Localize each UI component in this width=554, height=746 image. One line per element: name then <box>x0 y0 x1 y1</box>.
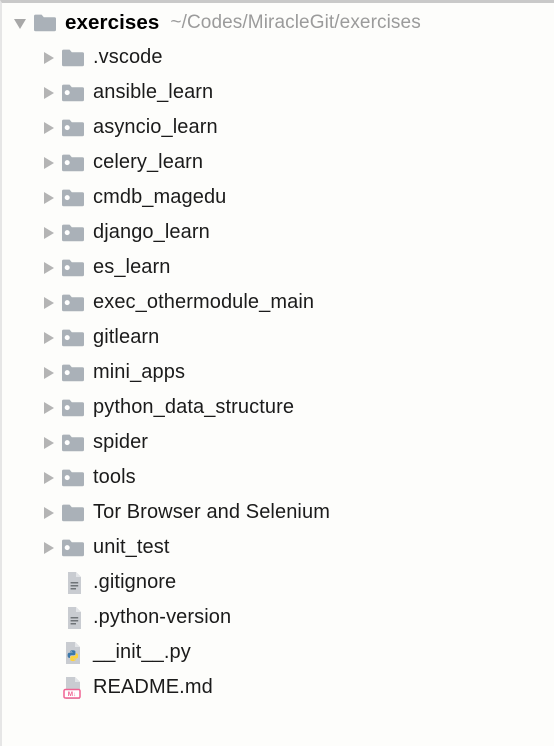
tree-row[interactable]: tools <box>2 460 554 495</box>
tree-row-root[interactable]: exercises ~/Codes/MiracleGit/exercises <box>2 5 554 40</box>
tree-row[interactable]: spider <box>2 425 554 460</box>
tree-item-label: README.md <box>93 676 213 698</box>
folder-module-icon <box>60 430 86 456</box>
tree-row[interactable]: exec_othermodule_main <box>2 285 554 320</box>
tree-row[interactable]: django_learn <box>2 215 554 250</box>
tree-item-label: tools <box>93 466 136 488</box>
chevron-right-icon[interactable] <box>38 222 60 244</box>
tree-row[interactable]: es_learn <box>2 250 554 285</box>
tree-row[interactable]: .gitignore <box>2 565 554 600</box>
folder-module-icon <box>60 535 86 561</box>
tree-item-label: unit_test <box>93 536 170 558</box>
tree-row[interactable]: .python-version <box>2 600 554 635</box>
folder-module-icon <box>60 80 86 106</box>
markdown-file-icon: M↓ <box>60 675 86 701</box>
chevron-right-icon[interactable] <box>38 432 60 454</box>
chevron-right-icon[interactable] <box>38 537 60 559</box>
folder-icon <box>60 45 86 71</box>
tree-item-label: __init__.py <box>93 641 191 663</box>
tree-item-label: exec_othermodule_main <box>93 291 315 313</box>
tree-row[interactable]: unit_test <box>2 530 554 565</box>
tree-item-label: .gitignore <box>93 571 177 593</box>
chevron-right-icon[interactable] <box>38 47 60 69</box>
chevron-down-icon[interactable] <box>10 12 32 34</box>
chevron-right-icon[interactable] <box>38 327 60 349</box>
folder-module-icon <box>60 150 86 176</box>
folder-module-icon <box>60 325 86 351</box>
tree-item-label: ansible_learn <box>93 81 214 103</box>
chevron-right-icon[interactable] <box>38 502 60 524</box>
folder-module-icon <box>60 115 86 141</box>
chevron-right-icon[interactable] <box>38 257 60 279</box>
folder-module-icon <box>60 290 86 316</box>
tree-item-label: spider <box>93 431 149 453</box>
tree-item-label: .python-version <box>93 606 232 628</box>
tree-row[interactable]: gitlearn <box>2 320 554 355</box>
tree-row[interactable]: celery_learn <box>2 145 554 180</box>
chevron-right-icon[interactable] <box>38 362 60 384</box>
tree-item-label: python_data_structure <box>93 396 295 418</box>
tree-row[interactable]: mini_apps <box>2 355 554 390</box>
tree-item-label: gitlearn <box>93 326 160 348</box>
project-tree-panel[interactable]: exercises ~/Codes/MiracleGit/exercises .… <box>0 0 554 746</box>
tree-row[interactable]: M↓ README.md <box>2 670 554 705</box>
tree-row[interactable]: asyncio_learn <box>2 110 554 145</box>
tree-row[interactable]: cmdb_magedu <box>2 180 554 215</box>
chevron-right-icon[interactable] <box>38 397 60 419</box>
folder-module-icon <box>60 220 86 246</box>
folder-module-icon <box>60 255 86 281</box>
chevron-right-icon[interactable] <box>38 152 60 174</box>
tree-item-label: celery_learn <box>93 151 204 173</box>
folder-module-icon <box>60 395 86 421</box>
tree-row[interactable]: ansible_learn <box>2 75 554 110</box>
tree-row[interactable]: __init__.py <box>2 635 554 670</box>
chevron-right-icon[interactable] <box>38 117 60 139</box>
tree-row[interactable]: Tor Browser and Selenium <box>2 495 554 530</box>
tree-item-label: .vscode <box>93 46 163 68</box>
text-file-icon <box>60 605 86 631</box>
tree-item-label: asyncio_learn <box>93 116 218 138</box>
chevron-right-icon[interactable] <box>38 292 60 314</box>
svg-text:M↓: M↓ <box>68 691 77 698</box>
chevron-right-icon[interactable] <box>38 467 60 489</box>
folder-module-icon <box>60 465 86 491</box>
root-folder-path: ~/Codes/MiracleGit/exercises <box>170 11 421 33</box>
tree-item-label: Tor Browser and Selenium <box>93 501 330 523</box>
python-file-icon <box>60 640 86 666</box>
tree-item-label: django_learn <box>93 221 210 243</box>
tree-item-label: cmdb_magedu <box>93 186 227 208</box>
chevron-right-icon[interactable] <box>38 187 60 209</box>
folder-icon <box>32 10 58 36</box>
folder-module-icon <box>60 185 86 211</box>
tree-children: .vscode ansible_learn asyncio_learn celery_… <box>2 40 554 705</box>
folder-module-icon <box>60 360 86 386</box>
project-tree[interactable]: exercises ~/Codes/MiracleGit/exercises .… <box>2 3 554 705</box>
chevron-right-icon[interactable] <box>38 82 60 104</box>
root-folder-label: exercises <box>65 10 160 34</box>
tree-item-label: mini_apps <box>93 361 186 383</box>
tree-item-label: es_learn <box>93 256 171 278</box>
folder-icon <box>60 500 86 526</box>
text-file-icon <box>60 570 86 596</box>
tree-row[interactable]: python_data_structure <box>2 390 554 425</box>
tree-row[interactable]: .vscode <box>2 40 554 75</box>
